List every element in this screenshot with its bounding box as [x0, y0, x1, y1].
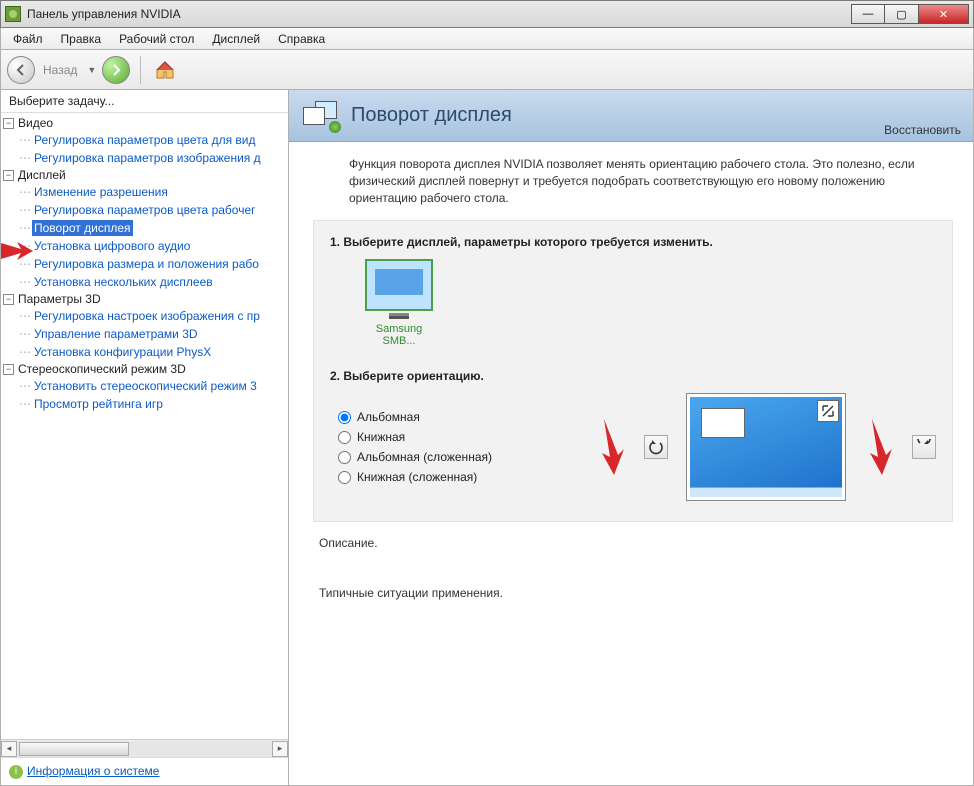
tree-item-physx[interactable]: Установка конфигурации PhysX [32, 344, 213, 360]
tree-item-multi-display[interactable]: Установка нескольких дисплеев [32, 274, 215, 290]
rotate-cw-icon [916, 439, 932, 455]
red-arrow-right-annotation [864, 417, 894, 477]
sidebar: Выберите задачу... −Видео ⋯Регулировка п… [1, 90, 289, 785]
tree-cat-video[interactable]: Видео [18, 116, 53, 130]
toolbar: Назад ▼ [0, 50, 974, 90]
content-pane: Поворот дисплея Восстановить Функция пов… [289, 90, 973, 785]
toolbar-separator [140, 56, 141, 84]
arrow-right-icon [109, 63, 123, 77]
back-label: Назад [39, 63, 81, 77]
tree-item-3d-image[interactable]: Регулировка настроек изображения с пр [32, 308, 262, 324]
orientation-landscape-flipped[interactable]: Альбомная (сложенная) [338, 450, 492, 464]
tree-toggle-display[interactable]: − [3, 170, 14, 181]
tree-toggle-video[interactable]: − [3, 118, 14, 129]
window-title: Панель управления NVIDIA [27, 7, 851, 21]
forward-button[interactable] [102, 56, 130, 84]
arrow-left-icon [14, 63, 28, 77]
restore-link[interactable]: Восстановить [884, 123, 961, 137]
tree-cat-3d[interactable]: Параметры 3D [18, 292, 101, 306]
sidebar-hscrollbar[interactable]: ◂ ▸ [1, 739, 288, 757]
task-tree: −Видео ⋯Регулировка параметров цвета для… [1, 113, 288, 739]
tree-item-size-position[interactable]: Регулировка размера и положения рабо [32, 256, 261, 272]
page-banner: Поворот дисплея Восстановить [289, 90, 973, 142]
step1-label: 1. Выберите дисплей, параметры которого … [330, 235, 936, 249]
page-description: Функция поворота дисплея NVIDIA позволяе… [289, 142, 973, 216]
tree-item-digital-audio[interactable]: Установка цифрового аудио [32, 238, 192, 254]
scroll-right-button[interactable]: ▸ [272, 741, 288, 757]
rotate-ccw-icon [648, 439, 664, 455]
tree-toggle-stereo[interactable]: − [3, 364, 14, 375]
tree-item-rotate-display[interactable]: Поворот дисплея [32, 220, 133, 236]
home-button[interactable] [151, 56, 179, 84]
scroll-track[interactable] [17, 741, 272, 757]
tree-item-video-image[interactable]: Регулировка параметров изображения д [32, 150, 263, 166]
minimize-button[interactable]: — [851, 4, 885, 24]
diagonal-arrows-icon [820, 403, 836, 419]
back-button[interactable] [7, 56, 35, 84]
display-tile[interactable]: Samsung SMB... [358, 259, 440, 347]
tree-toggle-3d[interactable]: − [3, 294, 14, 305]
display-name: Samsung SMB... [358, 323, 440, 347]
rotate-ccw-button[interactable] [644, 435, 668, 459]
monitors-icon [303, 101, 339, 131]
tree-item-game-rating[interactable]: Просмотр рейтинга игр [32, 396, 165, 412]
tree-item-resolution[interactable]: Изменение разрешения [32, 184, 170, 200]
monitor-icon [365, 259, 433, 311]
menu-display[interactable]: Дисплей [204, 30, 268, 48]
menubar: Файл Правка Рабочий стол Дисплей Справка [0, 28, 974, 50]
system-info-link[interactable]: Информация о системе [27, 764, 159, 778]
orientation-landscape[interactable]: Альбомная [338, 410, 492, 424]
tree-item-stereo-setup[interactable]: Установить стереоскопический режим 3 [32, 378, 259, 394]
description-heading: Описание. [289, 532, 973, 558]
orientation-radios: Альбомная Книжная Альбомная (сложенная) … [330, 410, 492, 484]
menu-file[interactable]: Файл [5, 30, 51, 48]
step2-label: 2. Выберите ориентацию. [330, 369, 936, 383]
tree-cat-display[interactable]: Дисплей [18, 168, 66, 182]
maximize-button[interactable]: ▢ [885, 4, 919, 24]
settings-panel: 1. Выберите дисплей, параметры которого … [313, 220, 953, 522]
menu-help[interactable]: Справка [270, 30, 333, 48]
home-icon [154, 59, 176, 81]
reset-rotation-button[interactable] [817, 400, 839, 422]
page-title: Поворот дисплея [351, 104, 512, 127]
close-button[interactable]: ✕ [919, 4, 969, 24]
red-arrow-left-annotation [596, 417, 626, 477]
titlebar: Панель управления NVIDIA — ▢ ✕ [0, 0, 974, 28]
scroll-left-button[interactable]: ◂ [1, 741, 17, 757]
menu-desktop[interactable]: Рабочий стол [111, 30, 202, 48]
orientation-preview [686, 393, 846, 501]
menu-edit[interactable]: Правка [53, 30, 110, 48]
tree-item-3d-manage[interactable]: Управление параметрами 3D [32, 326, 200, 342]
scroll-thumb[interactable] [19, 742, 129, 756]
system-info: i Информация о системе [1, 757, 288, 785]
nvidia-app-icon [5, 6, 21, 22]
orientation-portrait[interactable]: Книжная [338, 430, 492, 444]
back-history-dropdown[interactable]: ▼ [85, 65, 98, 75]
tree-cat-stereo[interactable]: Стереоскопический режим 3D [18, 362, 186, 376]
tree-item-video-color[interactable]: Регулировка параметров цвета для вид [32, 132, 257, 148]
rotate-cw-button[interactable] [912, 435, 936, 459]
orientation-portrait-flipped[interactable]: Книжная (сложенная) [338, 470, 492, 484]
usage-heading: Типичные ситуации применения. [289, 582, 973, 608]
task-header: Выберите задачу... [1, 90, 288, 113]
info-icon: i [9, 765, 23, 779]
tree-item-desktop-color[interactable]: Регулировка параметров цвета рабочег [32, 202, 258, 218]
